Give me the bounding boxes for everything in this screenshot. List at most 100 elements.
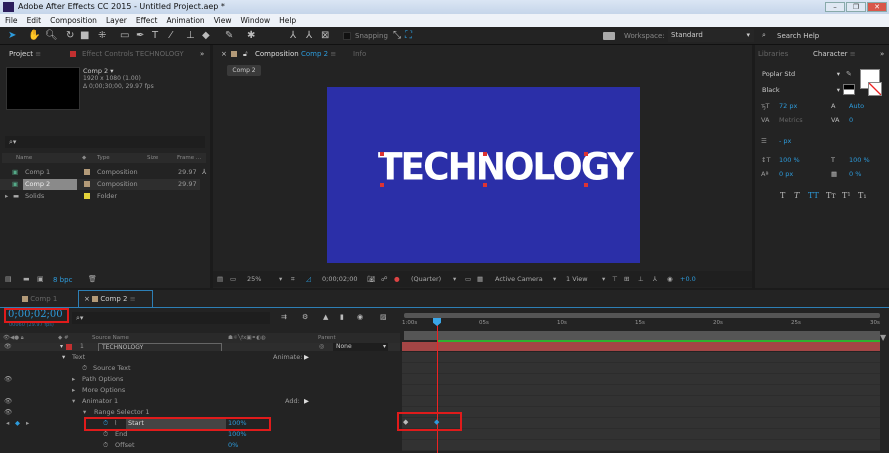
column-type[interactable]: Type xyxy=(97,153,110,163)
collapse-arrow-icon[interactable]: ▾ xyxy=(60,343,63,351)
text-handle[interactable] xyxy=(584,152,588,156)
column-frame-rate[interactable]: Frame ... xyxy=(177,153,201,163)
panel-overflow-icon[interactable]: » xyxy=(880,46,884,62)
font-style-select[interactable]: Black ▾ xyxy=(762,86,840,96)
exposure-value[interactable]: +0.0 xyxy=(680,271,696,287)
puppet-tool-icon[interactable]: ✱ xyxy=(247,30,255,41)
text-handle[interactable] xyxy=(380,183,384,187)
property-row-offset[interactable]: ⏱︎ Offset 0% xyxy=(0,440,400,451)
menu-file[interactable]: File xyxy=(5,14,18,27)
exposure-reset-icon[interactable]: ◉ xyxy=(667,271,673,287)
menu-edit[interactable]: Edit xyxy=(27,14,42,27)
shy-layers-icon[interactable]: ▲ xyxy=(323,313,328,321)
animate-menu[interactable]: Animate: xyxy=(273,352,302,363)
column-parent[interactable]: Parent xyxy=(318,333,336,343)
horizontal-scale-field[interactable]: 100 % xyxy=(849,156,870,164)
column-name[interactable]: Name xyxy=(16,153,32,163)
offset-value[interactable]: 0% xyxy=(228,440,238,451)
motion-blur-icon[interactable]: ◉ xyxy=(357,313,363,321)
small-caps-button[interactable]: Tт xyxy=(826,191,836,200)
chevron-down-icon[interactable]: ▾ xyxy=(453,271,456,287)
label-color[interactable] xyxy=(84,181,90,187)
stopwatch-icon[interactable]: ⏱︎ xyxy=(82,363,87,374)
close-tab-icon[interactable]: × xyxy=(221,46,227,62)
subscript-button[interactable]: T₁ xyxy=(858,191,867,200)
property-row-end[interactable]: ⏱︎ End 100% xyxy=(0,429,400,440)
time-ruler[interactable]: 1:00s 05s 10s 15s 20s 25s 30s xyxy=(400,318,882,332)
eyedropper-icon[interactable]: ✎ xyxy=(846,70,852,78)
parent-select[interactable]: None ▾ xyxy=(333,343,388,351)
layer-name[interactable]: TECHNOLOGY xyxy=(98,343,222,351)
show-snapshot-icon[interactable]: ☍ xyxy=(381,271,388,287)
axis-view-icon[interactable]: ⊠ xyxy=(321,30,329,41)
layer-row-technology[interactable]: 👁︎ ▾ 1 TECHNOLOGY ◎ None ▾ xyxy=(0,343,400,351)
end-value[interactable]: 100% xyxy=(228,429,247,440)
transparency-grid-icon[interactable]: ◿ xyxy=(306,271,311,287)
roto-brush-tool-icon[interactable]: ✎ xyxy=(225,30,233,41)
column-source-name[interactable]: Source Name xyxy=(92,333,129,343)
property-row-animator-1[interactable]: 👁︎ ▾ Animator 1 Add: ▶ xyxy=(0,396,400,407)
panel-overflow-icon[interactable]: » xyxy=(200,46,204,62)
search-help-input[interactable]: Search Help xyxy=(777,32,819,40)
close-button[interactable]: ✕ xyxy=(867,2,887,12)
superscript-button[interactable]: T¹ xyxy=(842,191,851,200)
snap-edges-icon[interactable]: ⤡ xyxy=(393,30,401,41)
layer-duration-bar[interactable] xyxy=(402,342,880,351)
view-layout-select[interactable]: 1 View xyxy=(566,271,588,287)
workspace-select[interactable]: Standard ▾ xyxy=(668,29,754,42)
snapping-checkbox[interactable] xyxy=(343,32,351,40)
snapshot-icon[interactable]: 📷︎ xyxy=(367,271,375,287)
snap-features-icon[interactable]: ⛶ xyxy=(405,30,412,41)
always-preview-icon[interactable]: ▤ xyxy=(217,271,223,287)
comp-navigator-tab[interactable]: Comp 2 xyxy=(227,65,261,76)
monitor-icon[interactable]: ▭ xyxy=(230,271,236,287)
trash-icon[interactable]: 🗑︎ xyxy=(88,275,97,283)
menu-layer[interactable]: Layer xyxy=(106,14,127,27)
property-row-source-text[interactable]: ⏱︎ Source Text xyxy=(0,363,400,374)
stroke-color-swatch[interactable] xyxy=(868,82,882,96)
new-comp-icon[interactable]: ▣ xyxy=(37,275,44,283)
next-keyframe-icon[interactable]: ▸ xyxy=(26,418,29,429)
flowchart-icon[interactable]: ⅄ xyxy=(653,271,657,287)
selection-tool-icon[interactable]: ➤ xyxy=(8,30,16,41)
expand-arrow-icon[interactable]: ▸ xyxy=(5,191,8,202)
zoom-tool-icon[interactable]: 🔍︎ xyxy=(45,30,58,41)
label-color[interactable] xyxy=(84,193,90,199)
baseline-shift-field[interactable]: 0 px xyxy=(779,170,793,178)
minimize-button[interactable]: – xyxy=(825,2,845,12)
chevron-down-icon[interactable]: ▾ xyxy=(602,271,605,287)
tab-character[interactable]: Character ≡ xyxy=(813,46,856,62)
property-row-path-options[interactable]: 👁︎ ▸ Path Options xyxy=(0,374,400,385)
region-of-interest-icon[interactable]: ⌗ xyxy=(291,271,295,287)
tab-info[interactable]: Info xyxy=(353,46,366,62)
menu-help[interactable]: Help xyxy=(279,14,296,27)
eraser-tool-icon[interactable]: ◆ xyxy=(202,30,210,41)
project-search-input[interactable]: ⌕▾ xyxy=(5,136,205,148)
add-keyframe-icon[interactable]: ◆ xyxy=(15,418,20,429)
animate-play-icon[interactable]: ▶ xyxy=(304,352,309,363)
kerning-field[interactable]: Metrics xyxy=(779,116,803,124)
project-item-comp2[interactable]: ▣ Comp 2 Composition 29.97 xyxy=(0,179,200,190)
menu-view[interactable]: View xyxy=(214,14,232,27)
text-handle[interactable] xyxy=(483,183,487,187)
rectangle-tool-icon[interactable]: ▭ xyxy=(120,30,129,41)
visibility-eye-icon[interactable]: 👁︎ xyxy=(4,343,12,351)
vertical-scale-field[interactable]: 100 % xyxy=(779,156,800,164)
tab-comp2[interactable]: × Comp 2 ≡ xyxy=(78,290,153,307)
tsume-field[interactable]: 0 % xyxy=(849,170,861,178)
channel-icon[interactable]: ● xyxy=(394,271,400,287)
leading-field[interactable]: Auto xyxy=(849,102,864,110)
font-family-select[interactable]: Poplar Std ▾ xyxy=(762,70,840,80)
work-area-bar[interactable] xyxy=(404,331,880,340)
pick-whip-icon[interactable]: ◎ xyxy=(319,343,324,351)
transparency-icon[interactable]: ▦ xyxy=(477,271,483,287)
tab-project[interactable]: Project ≡ xyxy=(9,46,41,62)
project-item-solids[interactable]: ▸ ▬ Solids Folder xyxy=(0,191,200,202)
new-folder-icon[interactable]: ▬ xyxy=(23,275,30,283)
axis-local-icon[interactable]: ⅄ xyxy=(290,30,296,41)
text-handle[interactable] xyxy=(483,152,487,156)
text-handle[interactable] xyxy=(380,152,384,156)
timeline-search-input[interactable]: ⌕▾ xyxy=(72,312,270,324)
tab-composition[interactable]: Composition Comp 2 ≡ xyxy=(255,46,336,62)
prev-keyframe-icon[interactable]: ◂ xyxy=(6,418,9,429)
